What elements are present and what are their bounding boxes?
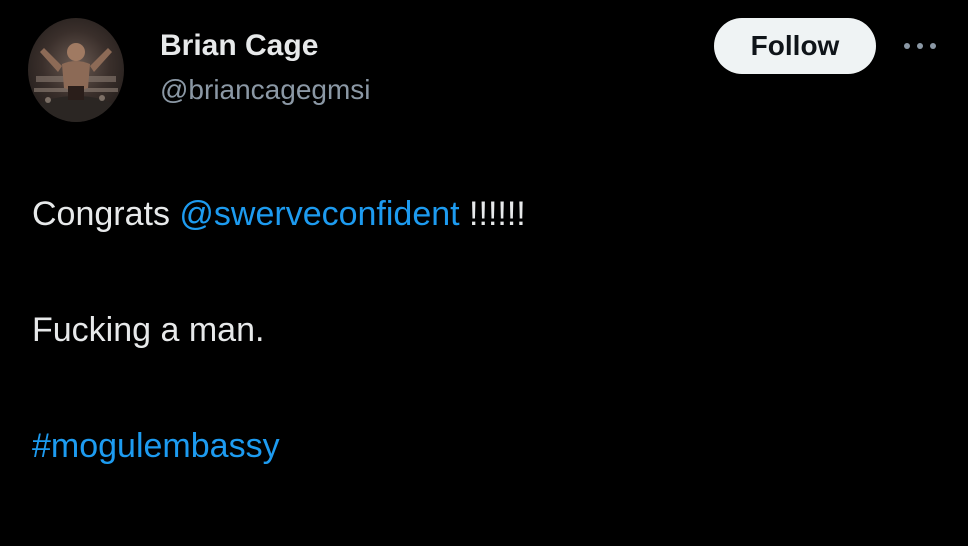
tweet-header: Brian Cage @briancagegmsi Follow <box>28 18 948 128</box>
profile-photo-icon <box>32 43 120 122</box>
tweet-text-suffix: !!!!!! <box>459 195 526 233</box>
display-name[interactable]: Brian Cage <box>160 26 371 66</box>
more-options-button[interactable] <box>900 32 940 60</box>
user-handle[interactable]: @briancagegmsi <box>160 70 371 110</box>
more-horizontal-icon <box>904 43 936 49</box>
tweet-line-2: Fucking a man. <box>32 311 265 349</box>
tweet-line-hashtag: #mogulembassy <box>32 424 932 468</box>
mention-link[interactable]: @swerveconfident <box>179 195 459 233</box>
tweet-text: Congrats @swerveconfident !!!!!! Fucking… <box>32 192 932 468</box>
hashtag-link[interactable]: #mogulembassy <box>32 427 280 465</box>
tweet-text-prefix: Congrats <box>32 195 180 233</box>
avatar[interactable] <box>28 18 124 122</box>
author-info: Brian Cage @briancagegmsi <box>160 26 371 110</box>
tweet-card: Brian Cage @briancagegmsi Follow Congrat… <box>0 0 968 546</box>
tweet-line-congrats: Congrats @swerveconfident !!!!!! <box>32 192 932 236</box>
follow-button[interactable]: Follow <box>714 18 876 74</box>
